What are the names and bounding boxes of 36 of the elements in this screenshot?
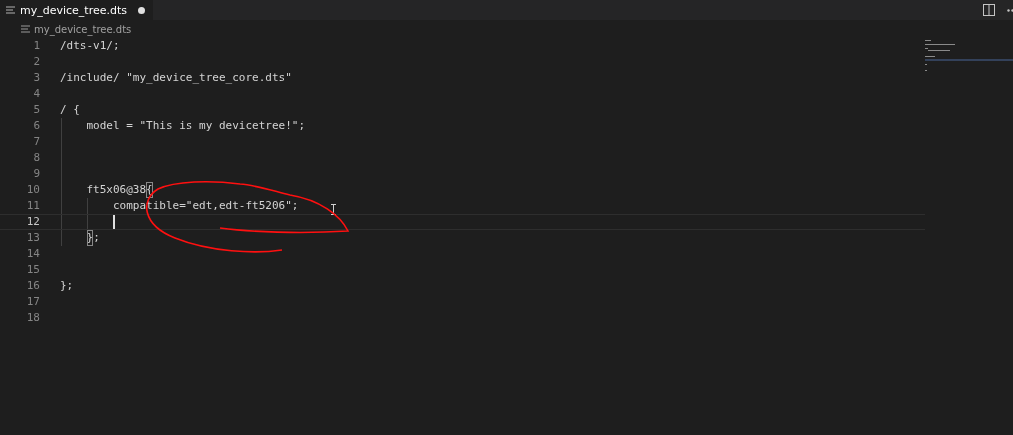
line-number: 14 <box>25 246 40 262</box>
line-number: 10 <box>25 182 40 198</box>
line-number: 9 <box>32 166 40 182</box>
line-number: 17 <box>25 294 40 310</box>
line-number: 7 <box>32 134 40 150</box>
code-line: / { <box>60 102 80 118</box>
text-caret <box>113 215 115 229</box>
line-number: 3 <box>32 70 40 86</box>
code-line: ; <box>93 230 100 246</box>
line-number: 12 <box>25 215 40 229</box>
line-number: 13 <box>25 230 40 246</box>
more-actions-icon[interactable] <box>1007 8 1013 12</box>
line-number: 2 <box>32 54 40 70</box>
line-number: 11 <box>25 198 40 214</box>
line-number: 15 <box>25 262 40 278</box>
line-number: 18 <box>25 310 40 326</box>
code-line: }; <box>60 278 74 294</box>
file-lines-icon <box>6 6 15 14</box>
file-lines-icon <box>21 25 30 33</box>
text-cursor-icon <box>331 204 336 215</box>
code-line: /dts-v1/; <box>60 38 120 54</box>
line-number: 6 <box>32 118 40 134</box>
modified-dot-icon <box>138 6 145 14</box>
line-number: 8 <box>32 150 40 166</box>
breadcrumb-item[interactable]: my_device_tree.dts <box>34 23 132 35</box>
code-line: ft5x06@38 <box>85 182 147 198</box>
minimap-drawing[interactable] <box>925 38 1013 74</box>
editor-tab[interactable]: my_device_tree.dts <box>0 0 153 20</box>
code-line: /include/ "my_device_tree_core.dts" <box>60 70 292 86</box>
split-editor-icon[interactable] <box>983 4 995 16</box>
code-line: model = "This is my devicetree!"; <box>85 118 306 134</box>
line-number: 16 <box>25 278 40 294</box>
line-number: 5 <box>32 102 40 118</box>
matched-bracket: } <box>86 230 94 246</box>
line-number: 1 <box>32 38 40 54</box>
line-number: 4 <box>32 86 40 102</box>
